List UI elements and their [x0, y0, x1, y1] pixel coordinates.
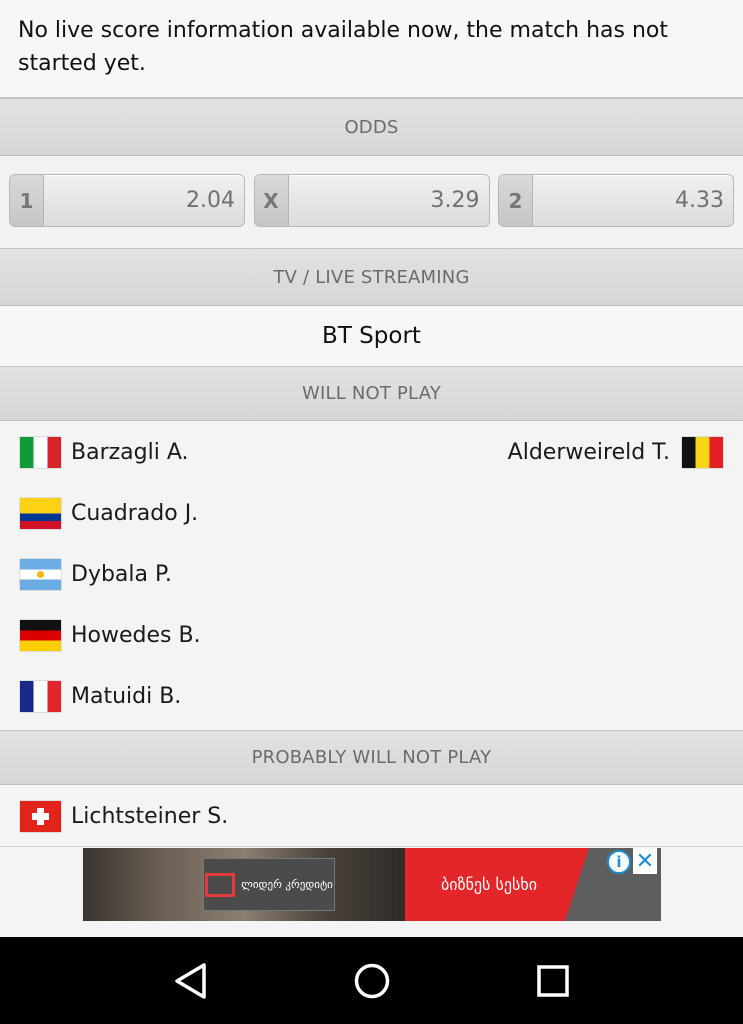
france-flag-icon	[20, 681, 61, 712]
recents-icon[interactable]	[523, 951, 583, 1011]
argentina-flag-icon	[20, 559, 61, 590]
ad-logo-mark-icon	[205, 872, 236, 897]
home-icon[interactable]	[342, 951, 402, 1011]
colombia-flag-icon	[20, 498, 61, 529]
germany-flag-icon	[20, 620, 61, 651]
odds-draw-value: 3.29	[430, 188, 480, 213]
player-name: Barzagli A.	[71, 440, 189, 465]
ad-banner[interactable]: ლიდერ კრედიტი ბიზნეს სესხი i ✕	[83, 848, 661, 921]
ad-tagline: ბიზნეს სესხი	[441, 875, 537, 894]
player-name: Cuadrado J.	[71, 501, 199, 526]
odds-home-button[interactable]: 1 2.04	[9, 174, 245, 227]
player-row[interactable]: Alderweireld T.	[508, 437, 723, 468]
android-nav-bar	[0, 937, 743, 1024]
ad-photo: ლიდერ კრედიტი	[83, 848, 405, 921]
italy-flag-icon	[20, 437, 61, 468]
player-name: Howedes B.	[71, 623, 201, 648]
player-row[interactable]: Howedes B.	[20, 620, 201, 651]
tv-streaming-header: TV / LIVE STREAMING	[0, 248, 743, 306]
odds-row: 1 2.04 X 3.29 2 4.33	[0, 156, 743, 248]
odds-header: ODDS	[0, 98, 743, 156]
odds-away-label: 2	[499, 175, 533, 226]
info-icon[interactable]: i	[607, 850, 631, 874]
ad-logo: ლიდერ კრედიტი	[203, 858, 335, 911]
back-icon[interactable]	[161, 951, 221, 1011]
player-row[interactable]: Matuidi B.	[20, 681, 181, 712]
odds-draw-button[interactable]: X 3.29	[253, 174, 490, 227]
player-name: Dybala P.	[71, 562, 172, 587]
player-row[interactable]: Lichtsteiner S.	[20, 801, 228, 832]
match-status-notice: No live score information available now,…	[0, 0, 743, 98]
tv-channel: BT Sport	[0, 306, 743, 366]
player-name: Matuidi B.	[71, 684, 182, 709]
odds-draw-label: X	[254, 175, 289, 226]
will-not-play-header: WILL NOT PLAY	[0, 366, 743, 421]
probably-will-not-play-list: Lichtsteiner S.	[0, 785, 743, 847]
player-name: Alderweireld T.	[507, 440, 670, 465]
close-icon[interactable]: ✕	[633, 848, 657, 874]
belgium-flag-icon	[682, 437, 723, 468]
player-row[interactable]: Cuadrado J.	[20, 498, 198, 529]
odds-home-value: 2.04	[186, 188, 235, 213]
odds-home-label: 1	[10, 175, 44, 226]
switzerland-flag-icon	[20, 801, 61, 832]
will-not-play-list: Barzagli A. Alderweireld T. Cuadrado J. …	[0, 421, 743, 730]
odds-away-value: 4.33	[675, 188, 724, 213]
odds-away-button[interactable]: 2 4.33	[498, 174, 734, 227]
player-row[interactable]: Dybala P.	[20, 559, 172, 590]
player-name: Lichtsteiner S.	[71, 804, 229, 829]
probably-will-not-play-header: PROBABLY WILL NOT PLAY	[0, 730, 743, 785]
player-row[interactable]: Barzagli A.	[20, 437, 189, 468]
ad-logo-text: ლიდერ კრედიტი	[241, 878, 333, 891]
